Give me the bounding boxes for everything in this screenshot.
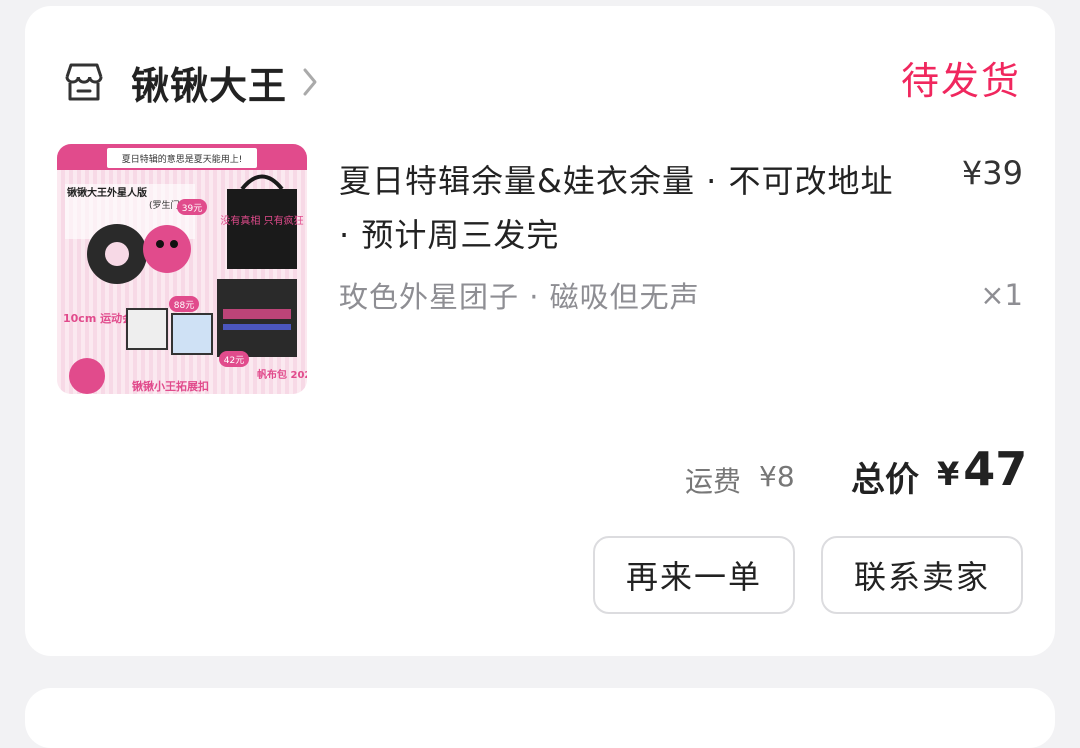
contact-seller-button[interactable]: 联系卖家 — [821, 536, 1023, 614]
thumb-banner: 夏日特辑的意思是夏天能用上! — [122, 153, 243, 165]
thumb-price-1: 39元 — [182, 204, 202, 214]
product-image: 夏日特辑的意思是夏天能用上! 锹锹大王外星人版 (罗生门SP) 39元 没有真相… — [57, 144, 307, 394]
order-status: 待发货 — [900, 59, 1021, 103]
thumb-product-4: 锹锹小王拓展扣 — [132, 379, 209, 393]
product-quantity: ×1 — [980, 278, 1023, 312]
reorder-button[interactable]: 再来一单 — [593, 536, 795, 614]
thumb-product-1: 锹锹大王外星人版 — [67, 186, 147, 199]
product-title[interactable]: 夏日特辑余量&娃衣余量 · 不可改地址 · 预计周三发完 — [339, 154, 899, 262]
store-icon — [65, 63, 103, 101]
total-amount: 47 — [963, 442, 1028, 496]
thumb-bag-text: 没有真相 只有疯狂 — [220, 214, 303, 227]
shipping-value: ¥8 — [759, 460, 795, 493]
next-order-card — [25, 688, 1055, 748]
product-variant: 玫色外星团子 · 磁吸但无声 — [339, 280, 700, 314]
total-label: 总价 — [851, 460, 919, 500]
chevron-right-icon[interactable] — [301, 66, 319, 98]
shipping-label: 运费 — [685, 465, 742, 498]
total-price: ¥47 — [937, 442, 1027, 496]
store-name[interactable]: 锹锹大王 — [131, 55, 287, 110]
product-thumbnail[interactable]: 夏日特辑的意思是夏天能用上! 锹锹大王外星人版 (罗生门SP) 39元 没有真相… — [57, 144, 307, 394]
thumb-product-3: 帆布包 2026 ver. — [257, 368, 307, 381]
total-currency: ¥ — [937, 455, 960, 493]
product-price: ¥39 — [961, 154, 1023, 192]
thumb-price-2: 88元 — [174, 301, 194, 311]
order-card: 锹锹大王 待发货 夏日特辑的意思是夏天能用上! 锹锹大王外星人版 (罗生门SP) — [25, 6, 1055, 656]
store-header[interactable]: 锹锹大王 — [61, 54, 319, 110]
thumb-price-3: 42元 — [224, 356, 244, 366]
